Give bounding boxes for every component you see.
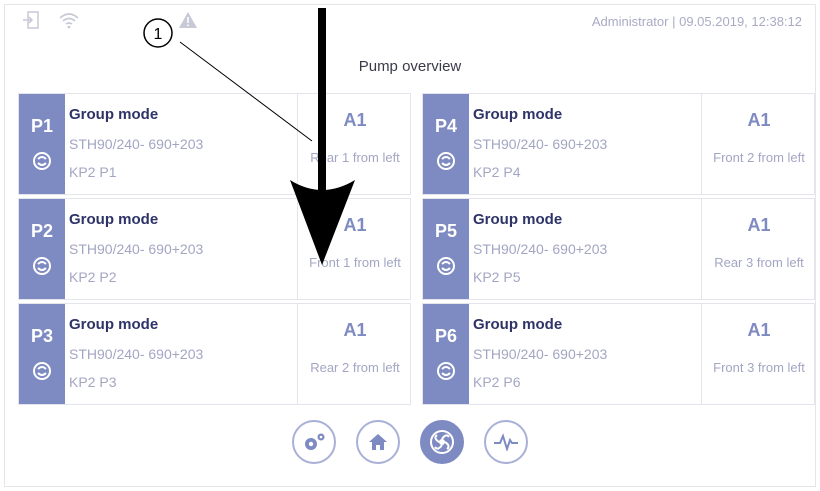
pump-number: P6 — [434, 326, 458, 346]
pump-mode: Group mode — [473, 211, 563, 228]
settings-icon — [305, 433, 325, 450]
pump-group: A1 — [747, 215, 771, 235]
pump-group: A1 — [343, 110, 367, 130]
pump-group: A1 — [747, 110, 771, 130]
pump-number: P1 — [30, 116, 54, 136]
pump-location: Rear 3 from left — [714, 255, 804, 270]
pump-tile: P4 — [423, 94, 469, 194]
pump-model: STH90/240- 690+203 — [473, 136, 608, 152]
pump-status-icon — [437, 152, 455, 170]
pump-card-p4[interactable]: P4 Group mode STH90/240- 690+203 KP2 P4 … — [422, 93, 815, 195]
pump-id: KP2 P5 — [473, 269, 521, 285]
pump-mode: Group mode — [473, 106, 563, 123]
pump-position: A1 Rear 3 from left — [701, 199, 816, 299]
pump-mode: Group mode — [69, 316, 159, 333]
pump-info: Group mode STH90/240- 690+203 KP2 P3 — [69, 304, 295, 404]
pump-tile: P3 — [19, 304, 65, 404]
pump-location: Front 3 from left — [713, 360, 805, 375]
chart-icon — [494, 433, 518, 451]
pump-number: P4 — [434, 116, 458, 136]
pump-info: Group mode STH90/240- 690+203 KP2 P2 — [69, 199, 295, 299]
pump-number: P3 — [30, 326, 54, 346]
pump-status-icon — [33, 152, 51, 170]
page-title: Pump overview — [358, 58, 462, 75]
pump-card-p2[interactable]: P2 Group mode STH90/240- 690+203 KP2 P2 … — [18, 198, 411, 300]
pump-location: Front 2 from left — [713, 150, 805, 165]
pump-number: P5 — [434, 221, 458, 241]
pump-model: STH90/240- 690+203 — [69, 241, 204, 257]
login-icon — [23, 11, 39, 29]
user-name: Administrator — [591, 14, 669, 29]
home-button[interactable] — [356, 420, 400, 464]
pump-id: KP2 P3 — [69, 374, 117, 390]
pump-model: STH90/240- 690+203 — [473, 241, 608, 257]
header-separator: | — [672, 14, 676, 29]
pump-info: Group mode STH90/240- 690+203 KP2 P1 — [69, 94, 295, 194]
pump-info: Group mode STH90/240- 690+203 KP2 P4 — [473, 94, 699, 194]
pump-card-p1[interactable]: P1 Group mode STH90/240- 690+203 KP2 P1 … — [18, 93, 411, 195]
pump-icon — [430, 430, 454, 454]
pump-status-icon — [437, 362, 455, 380]
pump-tile: P1 — [19, 94, 65, 194]
pump-position: A1 Rear 2 from left — [297, 304, 412, 404]
wifi-icon — [59, 13, 79, 29]
pump-tile: P6 — [423, 304, 469, 404]
pump-id: KP2 P6 — [473, 374, 521, 390]
pump-group: A1 — [747, 320, 771, 340]
pump-location: Front 1 from left — [309, 255, 401, 270]
pump-group: A1 — [343, 320, 367, 340]
pump-card-p6[interactable]: P6 Group mode STH90/240- 690+203 KP2 P6 … — [422, 303, 815, 405]
pump-location: Rear 1 from left — [310, 150, 400, 165]
pump-status-icon — [437, 257, 455, 275]
pump-tile: P5 — [423, 199, 469, 299]
pump-status-icon — [33, 257, 51, 275]
chart-button[interactable] — [484, 420, 528, 464]
pump-position: A1 Front 1 from left — [297, 199, 412, 299]
home-icon — [369, 434, 387, 450]
pump-id: KP2 P2 — [69, 269, 117, 285]
pump-mode: Group mode — [69, 211, 159, 228]
pump-card-p3[interactable]: P3 Group mode STH90/240- 690+203 KP2 P3 … — [18, 303, 411, 405]
date-time: 09.05.2019, 12:38:12 — [679, 14, 802, 29]
pump-info: Group mode STH90/240- 690+203 KP2 P6 — [473, 304, 699, 404]
settings-button[interactable] — [292, 420, 336, 464]
pump-id: KP2 P4 — [473, 164, 521, 180]
pump-tile: P2 — [19, 199, 65, 299]
bottom-nav — [0, 420, 820, 464]
pump-position: A1 Front 3 from left — [701, 304, 816, 404]
pump-info: Group mode STH90/240- 690+203 KP2 P5 — [473, 199, 699, 299]
pump-model: STH90/240- 690+203 — [69, 346, 204, 362]
pump-status-icon — [33, 362, 51, 380]
pump-location: Rear 2 from left — [310, 360, 400, 375]
pump-position: A1 Rear 1 from left — [297, 94, 412, 194]
pump-card-p5[interactable]: P5 Group mode STH90/240- 690+203 KP2 P5 … — [422, 198, 815, 300]
pump-number: P2 — [30, 221, 54, 241]
pump-mode: Group mode — [473, 316, 563, 333]
status-bar — [22, 10, 198, 30]
pump-mode: Group mode — [69, 106, 159, 123]
pump-position: A1 Front 2 from left — [701, 94, 816, 194]
pump-model: STH90/240- 690+203 — [473, 346, 608, 362]
warning-icon — [179, 12, 197, 28]
pump-group: A1 — [343, 215, 367, 235]
header-info: Administrator | 09.05.2019, 12:38:12 — [592, 14, 802, 29]
pump-id: KP2 P1 — [69, 164, 117, 180]
pump-overview-button[interactable] — [420, 420, 464, 464]
pump-model: STH90/240- 690+203 — [69, 136, 204, 152]
